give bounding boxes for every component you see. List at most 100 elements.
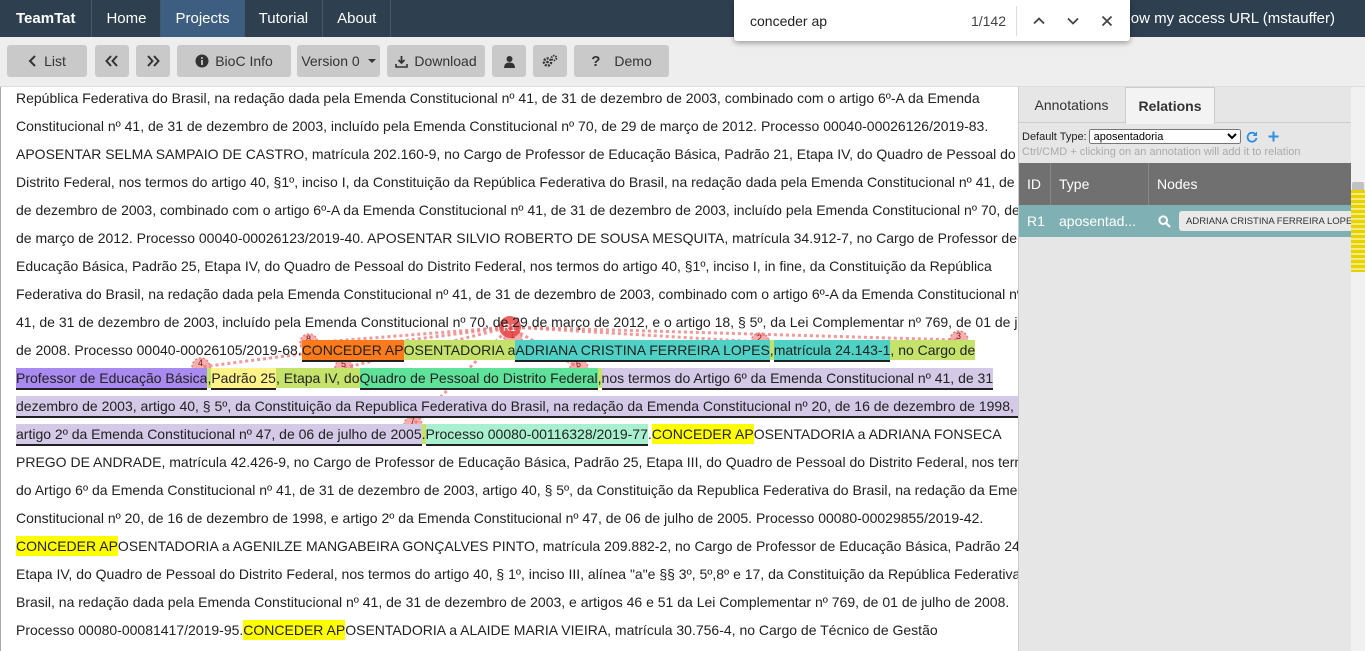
settings-button[interactable] <box>533 45 567 77</box>
find-divider <box>1016 5 1017 36</box>
chevron-up-icon <box>1033 16 1045 24</box>
annotation-span[interactable]: , no Cargo de <box>890 340 976 360</box>
user-icon <box>503 55 516 68</box>
text-segment: de março de 2012. Processo 00040-0002612… <box>16 230 1017 246</box>
user-button[interactable] <box>492 45 526 77</box>
find-match-markers <box>1351 190 1365 272</box>
double-chevron-left-icon <box>105 55 119 67</box>
nav-tutorial[interactable]: Tutorial <box>245 0 324 37</box>
search-match[interactable]: CONCEDER AP <box>301 340 404 362</box>
access-url-label: Show my access URL (mstauffer) <box>1112 10 1335 27</box>
document-line[interactable]: PREGO DE ANDRADE, matrícula 42.426-9, no… <box>16 452 1018 472</box>
tab-relations[interactable]: Relations <box>1125 87 1215 124</box>
text-segment: Federativa do Brasil, na redação dada pe… <box>16 286 1018 302</box>
document-line[interactable]: Federativa do Brasil, na redação dada pe… <box>16 284 1018 304</box>
document-line[interactable]: de março de 2012. Processo 00040-0002612… <box>16 228 1017 248</box>
annotation-span[interactable]: OSENTADORIA a <box>403 340 516 360</box>
text-segment: PREGO DE ANDRADE, matrícula 42.426-9, no… <box>16 454 1018 470</box>
annotation-span[interactable]: Professor de Educação Básica <box>16 368 208 390</box>
text-segment: de dezembro de 2003, combinado com o art… <box>16 202 1018 218</box>
document-line[interactable]: Distrito Federal, nos termos do artigo 4… <box>16 172 1018 192</box>
double-chevron-right-icon <box>146 55 160 67</box>
document-line[interactable]: do Artigo 6º da Emenda Constitucional nº… <box>16 480 1018 500</box>
brand-logo[interactable]: TeamTat <box>0 0 93 37</box>
refresh-icon[interactable] <box>1246 131 1258 143</box>
nav-home[interactable]: Home <box>92 0 162 37</box>
text-segment: OSENTADORIA a ALAIDE MARIA VIEIRA, matrí… <box>345 622 938 638</box>
annotation-span[interactable]: , Etapa IV, do <box>275 368 360 388</box>
text-segment: 41, de 31 de dezembro de 2003, incluído … <box>16 314 1018 330</box>
text-segment: OSENTADORIA a AGENILZE MANGABEIRA GONÇAL… <box>117 538 1018 554</box>
chevron-left-icon <box>28 55 38 67</box>
question-icon: ? <box>591 52 601 70</box>
close-icon <box>1101 15 1113 26</box>
document-line[interactable]: Etapa IV, do Quadro de Pessoal do Distri… <box>16 564 1018 584</box>
annotation-span[interactable]: matrícula 24.143-1 <box>773 340 891 362</box>
document-line[interactable]: APOSENTAR SELMA SAMPAIO DE CASTRO, matrí… <box>16 144 1016 164</box>
text-segment: Educação Básica, Padrão 25, Etapa IV, do… <box>16 258 992 274</box>
annotation-span[interactable]: nos termos do Artigo 6º da Emenda Consti… <box>601 368 994 390</box>
download-button[interactable]: Download <box>387 45 485 77</box>
nav-projects[interactable]: Projects <box>161 0 245 37</box>
search-match[interactable]: CONCEDER AP <box>243 620 346 640</box>
document-line[interactable]: CONCEDER APOSENTADORIA a AGENILZE MANGAB… <box>16 536 1018 556</box>
document-line[interactable]: Educação Básica, Padrão 25, Etapa IV, do… <box>16 256 992 276</box>
document-line[interactable]: de 2008. Processo 00040-00026105/2019-68… <box>16 340 976 362</box>
demo-button[interactable]: ? Demo <box>574 45 669 77</box>
nav-about[interactable]: About <box>323 0 392 37</box>
document-toolbar: List BioC Info Version 0 Download ? Demo <box>0 37 1365 87</box>
annotation-span[interactable]: Quadro de Pessoal do Distrito Federal <box>359 368 598 390</box>
default-type-select[interactable]: aposentadoria <box>1088 129 1241 144</box>
annotation-span[interactable]: Padrão 25 <box>211 368 276 390</box>
search-match[interactable]: CONCEDER AP <box>651 424 754 444</box>
version-dropdown[interactable]: Version 0 <box>297 45 380 77</box>
document-line[interactable]: Processo 00080-00081417/2019-95. CONCEDE… <box>16 620 938 640</box>
access-url-link[interactable]: Show my access URL (mstauffer) <box>1112 0 1335 37</box>
document-line[interactable]: artigo 2º da Emenda Constitucional nº 47… <box>16 424 1002 446</box>
add-relation-icon[interactable] <box>1268 131 1279 142</box>
find-close-button[interactable] <box>1091 5 1123 37</box>
col-divider <box>1148 163 1149 205</box>
cogs-icon <box>542 54 558 68</box>
document-line[interactable]: de dezembro de 2003, combinado com o art… <box>16 200 1018 220</box>
download-label: Download <box>414 53 477 69</box>
text-segment: do Artigo 6º da Emenda Constitucional nº… <box>16 482 1018 498</box>
caret-down-icon <box>367 59 376 63</box>
list-label: List <box>44 53 66 69</box>
text-segment: OSENTADORIA a ADRIANA FONSECA <box>753 426 1002 442</box>
annotation-span[interactable]: artigo 2º da Emenda Constitucional nº 47… <box>16 424 422 446</box>
version-label: Version 0 <box>301 53 360 69</box>
annotation-span[interactable]: Processo 00080-00116328/2019-77 <box>425 424 648 446</box>
search-match[interactable]: CONCEDER AP <box>16 536 118 556</box>
find-next-button[interactable] <box>1057 5 1089 37</box>
document-line[interactable]: Brasil, na redação dada pela Emenda Cons… <box>16 592 1009 612</box>
download-icon <box>395 55 409 68</box>
document-line[interactable]: Constitucional nº 20, de 16 de dezembro … <box>16 508 983 528</box>
document-line[interactable]: 41, de 31 de dezembro de 2003, incluído … <box>16 312 1018 332</box>
list-button[interactable]: List <box>7 45 87 77</box>
col-type: Type <box>1059 176 1090 192</box>
relation-node-chip[interactable]: ADRIANA CRISTINA FERREIRA LOPES <box>1179 211 1365 231</box>
vertical-scrollbar[interactable] <box>1351 87 1365 651</box>
search-icon[interactable] <box>1158 205 1171 237</box>
text-segment: Brasil, na redação dada pela Emenda Cons… <box>16 594 1010 610</box>
relation-id: R1 <box>1027 213 1045 229</box>
bioc-info-button[interactable]: BioC Info <box>177 45 291 77</box>
document-line[interactable]: República Federativa do Brasil, na redaç… <box>16 88 980 108</box>
relations-table-header: ID Type Nodes <box>1019 163 1352 205</box>
annotation-span[interactable]: dezembro de 2003, artigo 40, § 5º, da Co… <box>16 396 1018 418</box>
annotation-span[interactable]: ADRIANA CRISTINA FERREIRA LOPES <box>515 340 770 362</box>
document-line[interactable]: Constitucional nº 41, de 31 de dezembro … <box>16 116 988 136</box>
tab-annotations[interactable]: Annotations <box>1019 87 1124 123</box>
document-line[interactable]: dezembro de 2003, artigo 40, § 5º, da Co… <box>16 396 1018 418</box>
table-row[interactable]: R1 aposentad... ADRIANA CRISTINA FERREIR… <box>1019 205 1365 237</box>
document-text-area[interactable]: 8 1 2 3 4 5 6 7 R1 República Federativa do Brasi… <box>0 87 1018 651</box>
default-type-label: Default Type: <box>1022 130 1087 143</box>
first-page-button[interactable] <box>95 45 129 77</box>
last-page-button[interactable] <box>136 45 170 77</box>
text-segment: Constitucional nº 41, de 31 de dezembro … <box>16 118 989 134</box>
document-line[interactable]: Professor de Educação Básica, Padrão 25,… <box>16 368 994 390</box>
col-divider <box>1050 163 1051 205</box>
find-prev-button[interactable] <box>1023 5 1055 37</box>
find-input[interactable] <box>734 12 934 29</box>
